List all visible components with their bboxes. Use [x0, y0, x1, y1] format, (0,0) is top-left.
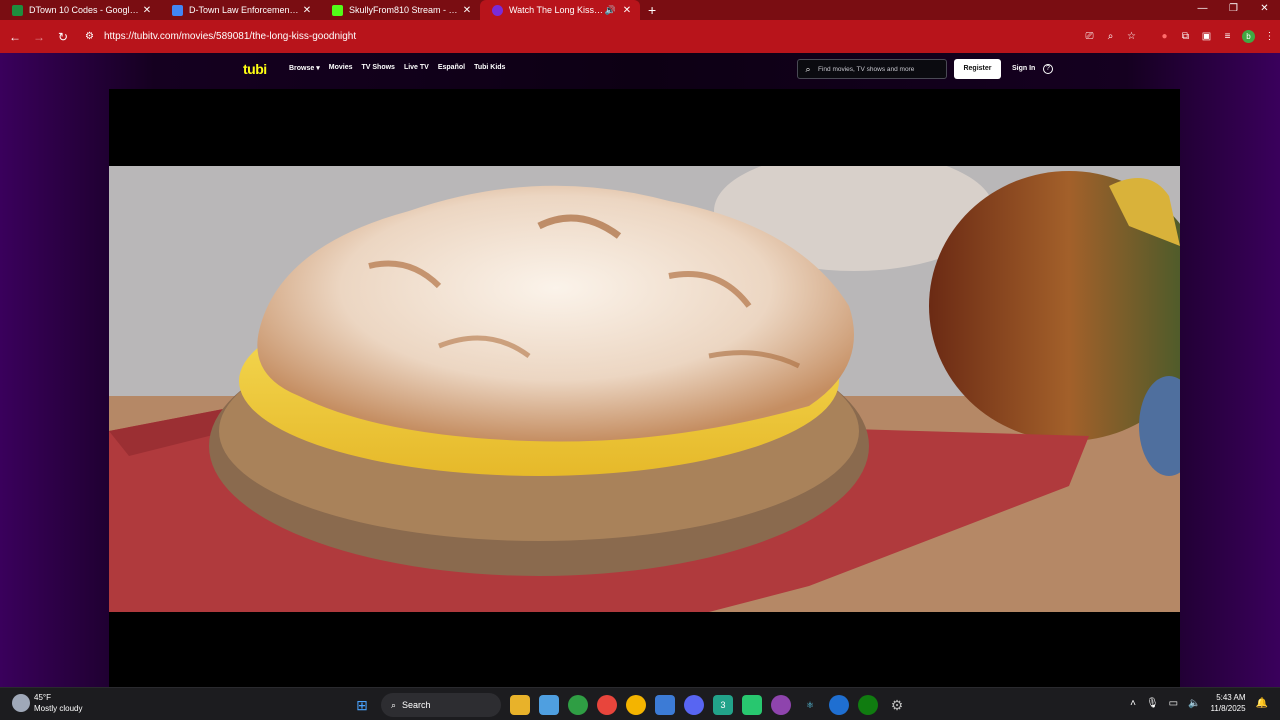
temperature: 45°F — [34, 693, 51, 702]
restore-icon[interactable]: ❐ — [1218, 0, 1249, 20]
browser-tab[interactable]: SkullyFrom810 Stream - Watch ✕ — [320, 0, 480, 20]
close-tab-icon[interactable]: ✕ — [460, 5, 474, 16]
browser-tab[interactable]: D-Town Law Enforcement SOP ✕ — [160, 0, 320, 20]
new-tab-button[interactable]: + — [648, 2, 656, 18]
extensions-icon[interactable]: ⧉ — [1175, 31, 1196, 42]
window-app-icon[interactable] — [655, 695, 675, 715]
cast-icon[interactable]: ⎚ — [1079, 31, 1100, 42]
bookmark-star-icon[interactable]: ☆ — [1121, 31, 1142, 42]
windows-taskbar: 45°F Mostly cloudy ⊞ ⌕ Search 3 ⚛ ⚙ ˄ 🎙 … — [0, 687, 1280, 720]
tab-title: SkullyFrom810 Stream - Watch — [349, 5, 460, 15]
kick-icon — [332, 4, 343, 16]
tab-title: DTown 10 Codes - Google Sheets — [29, 5, 140, 15]
extension-red-icon[interactable]: ● — [1154, 31, 1175, 42]
nav-espanol[interactable]: Español — [438, 64, 465, 72]
omnibox[interactable]: ⚙ https://tubitv.com/movies/589081/the-l… — [85, 25, 1025, 49]
video-player[interactable] — [109, 89, 1180, 687]
cloudy-weather-icon — [12, 694, 30, 712]
settings-gear-icon[interactable]: ⚙ — [887, 695, 907, 715]
tubi-logo[interactable]: tubi — [243, 61, 267, 77]
menu-icon[interactable]: ⋮ — [1259, 31, 1280, 42]
react-icon[interactable]: ⚛ — [800, 695, 820, 715]
chrome-icon[interactable] — [568, 695, 588, 715]
register-button[interactable]: Register — [954, 59, 1001, 79]
tubi-icon — [492, 4, 503, 16]
tab-title: Watch The Long Kiss Goodnight — [509, 5, 605, 15]
nav-browse[interactable]: Browse ▾ — [289, 64, 320, 72]
chrome-profile-2-icon[interactable] — [626, 695, 646, 715]
file-explorer-icon[interactable] — [510, 695, 530, 715]
nav-links: Browse ▾ Movies TV Shows Live TV Español… — [289, 64, 505, 72]
forward-icon[interactable]: → — [27, 30, 51, 44]
system-tray: ˄ 🎙 ▭ 🔈 5:43 AM 11/8/2025 🔔 — [1130, 692, 1268, 714]
network-icon[interactable]: ▭ — [1169, 698, 1178, 709]
nav-tv-shows[interactable]: TV Shows — [361, 64, 394, 72]
close-window-icon[interactable]: ✕ — [1249, 0, 1280, 20]
tab-title: D-Town Law Enforcement SOP — [189, 5, 300, 15]
search-icon: ⌕ — [391, 699, 397, 710]
address-bar-row: ← → ↻ ⚙ https://tubitv.com/movies/589081… — [0, 20, 1280, 53]
split-view-icon[interactable]: ▣ — [1196, 31, 1217, 42]
chrome-profile-3-icon[interactable] — [771, 695, 791, 715]
close-tab-icon[interactable]: ✕ — [300, 5, 314, 16]
reload-icon[interactable]: ↻ — [51, 30, 75, 44]
xbox-icon[interactable] — [858, 695, 878, 715]
edge-icon[interactable] — [829, 695, 849, 715]
sheets-icon — [12, 4, 23, 16]
video-still — [109, 166, 1180, 612]
nav-movies[interactable]: Movies — [329, 64, 353, 72]
taskbar-search[interactable]: ⌕ Search — [381, 693, 501, 717]
clock[interactable]: 5:43 AM 11/8/2025 — [1211, 692, 1246, 714]
date: 11/8/2025 — [1210, 704, 1246, 713]
close-tab-icon[interactable]: ✕ — [620, 5, 634, 16]
speaker-icon[interactable]: 🔊 — [605, 5, 616, 16]
zoom-icon[interactable]: ⌕ — [1100, 31, 1121, 42]
three-app-icon[interactable]: 3 — [713, 695, 733, 715]
url-text[interactable]: https://tubitv.com/movies/589081/the-lon… — [104, 31, 356, 42]
weather-widget[interactable]: 45°F Mostly cloudy — [12, 692, 82, 714]
weather-condition: Mostly cloudy — [34, 704, 83, 713]
site-info-icon[interactable]: ⚙ — [85, 31, 94, 42]
discord-icon[interactable] — [684, 695, 704, 715]
taskbar-apps: ⊞ ⌕ Search 3 ⚛ ⚙ — [352, 692, 907, 718]
taskbar-search-label: Search — [402, 700, 431, 710]
tubi-page: tubi Browse ▾ Movies TV Shows Live TV Es… — [0, 53, 1280, 687]
search-input[interactable]: ⌕ Find movies, TV shows and more — [797, 59, 947, 79]
video-frame[interactable] — [109, 166, 1180, 612]
nav-live-tv[interactable]: Live TV — [404, 64, 429, 72]
notifications-icon[interactable]: 🔔 — [1256, 698, 1268, 709]
window-controls: — ❐ ✕ — [1187, 0, 1280, 20]
time: 5:43 AM — [1216, 693, 1246, 702]
browser-tab[interactable]: DTown 10 Codes - Google Sheets ✕ — [0, 0, 160, 20]
chrome-profile-icon[interactable] — [597, 695, 617, 715]
profile-avatar[interactable]: b — [1242, 30, 1255, 43]
search-icon: ⌕ — [805, 63, 811, 74]
browser-tab-active[interactable]: Watch The Long Kiss Goodnight 🔊 ✕ — [480, 0, 640, 20]
docs-icon — [172, 4, 183, 16]
close-tab-icon[interactable]: ✕ — [140, 5, 154, 16]
notepad-icon[interactable] — [539, 695, 559, 715]
nav-tubi-kids[interactable]: Tubi Kids — [474, 64, 505, 72]
microphone-icon[interactable]: 🎙 — [1146, 698, 1159, 709]
toolbar-icons: ⎚ ⌕ ☆ ● ⧉ ▣ ≡ b ⋮ — [1079, 20, 1280, 53]
reading-list-icon[interactable]: ≡ — [1217, 31, 1238, 42]
windows-start-icon[interactable]: ⊞ — [352, 695, 372, 715]
tubi-nav: tubi Browse ▾ Movies TV Shows Live TV Es… — [0, 53, 1280, 85]
tab-strip: DTown 10 Codes - Google Sheets ✕ D-Town … — [0, 0, 1280, 20]
volume-icon[interactable]: 🔈 — [1188, 698, 1200, 709]
search-placeholder: Find movies, TV shows and more — [818, 65, 915, 73]
back-icon[interactable]: ← — [3, 30, 27, 44]
sign-in-link[interactable]: Sign In — [1012, 65, 1035, 72]
chevron-up-icon[interactable]: ˄ — [1130, 698, 1136, 709]
android-app-icon[interactable] — [742, 695, 762, 715]
help-icon[interactable]: ? — [1043, 64, 1053, 74]
minimize-icon[interactable]: — — [1187, 0, 1218, 20]
